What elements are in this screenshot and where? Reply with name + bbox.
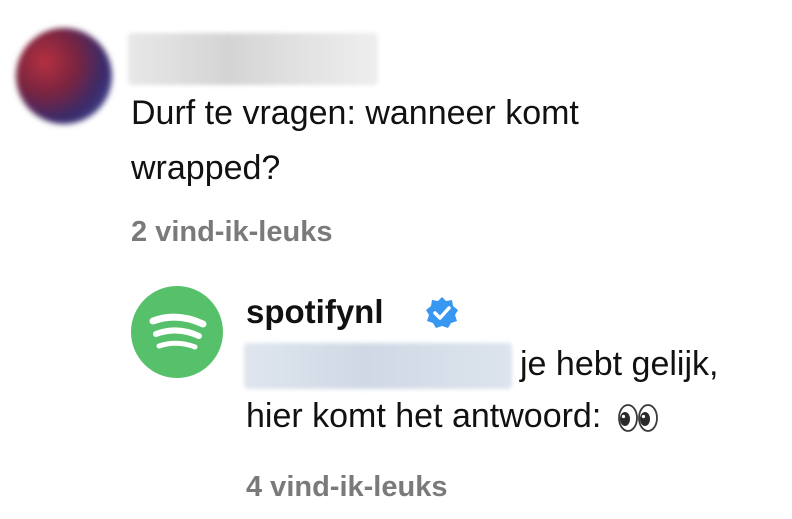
- spotify-avatar[interactable]: [131, 286, 223, 378]
- reply-text-line2-content: hier komt het antwoord:: [246, 397, 602, 435]
- mentioned-user-redacted[interactable]: [244, 343, 512, 389]
- reply-username[interactable]: spotifynl: [246, 293, 384, 331]
- reply-text-line1: je hebt gelijk,: [520, 345, 719, 383]
- comment-likes-count[interactable]: 2 vind-ik-leuks: [131, 216, 332, 249]
- verified-badge-icon: [426, 297, 458, 328]
- reply-likes-count[interactable]: 4 vind-ik-leuks: [246, 471, 447, 504]
- comment-text: Durf te vragen: wanneer komt wrapped?: [131, 94, 579, 187]
- reply-text-line2: hier komt het antwoord:: [246, 391, 659, 441]
- commenter-username-redacted[interactable]: [128, 33, 378, 85]
- spotify-logo-icon: [149, 313, 207, 350]
- eyes-emoji-icon: [617, 404, 658, 432]
- commenter-avatar[interactable]: [16, 28, 112, 124]
